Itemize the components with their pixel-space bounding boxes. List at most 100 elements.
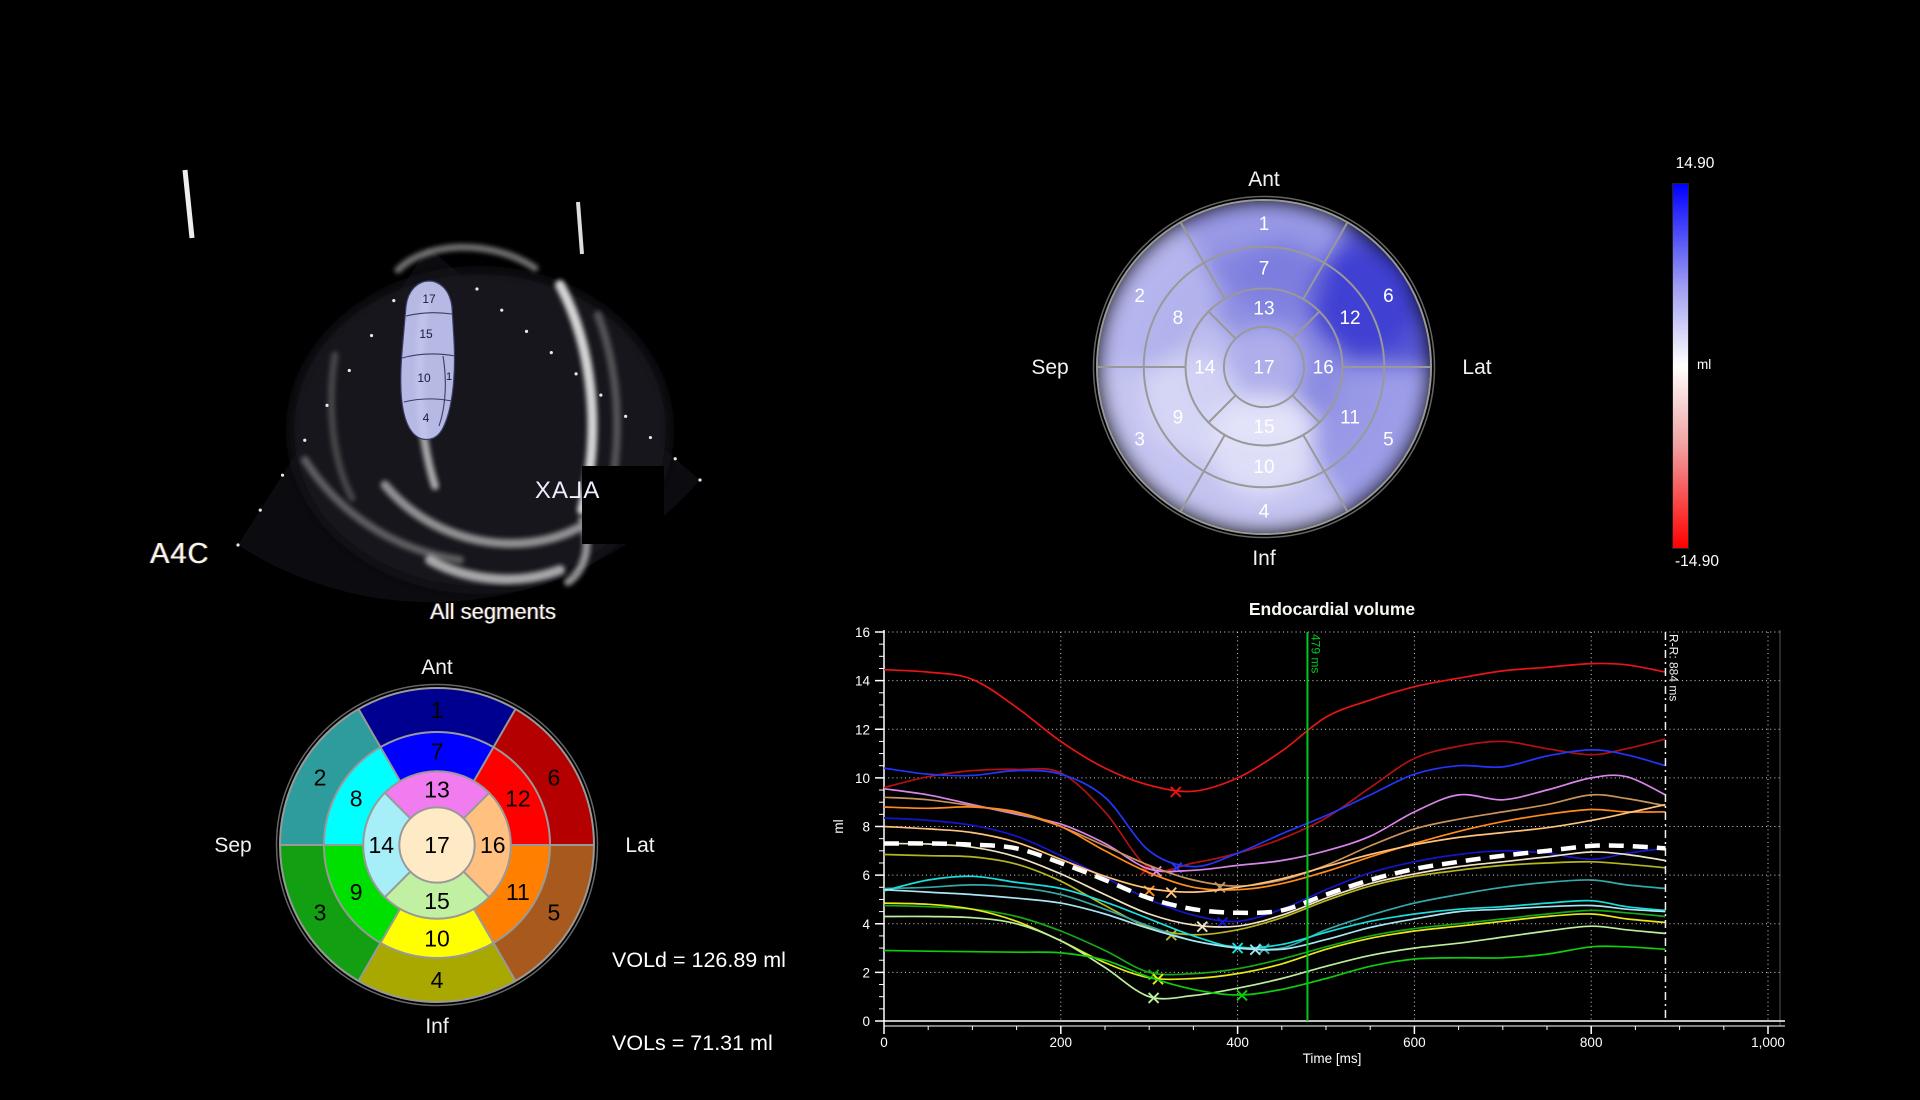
caliper-dot (236, 543, 239, 546)
segment-number-8: 8 (1173, 308, 1184, 329)
parametric-bullseye[interactable]: 1234567891011121314151617AntInfSepLat (1030, 160, 1500, 580)
endocardial-volume-chart[interactable]: 0 2 4 6 8 10 12 14 16 0 200 400 600 800 1,000 Time [ms]… (800, 586, 1810, 1090)
reverb-artifact (185, 170, 192, 238)
overlay-segment-number: 15 (419, 327, 433, 341)
caliper-dot (500, 309, 503, 312)
es-marker-segment-1 (1218, 918, 1228, 928)
caliper-dot (303, 439, 306, 442)
colorbar-min-label: -14.90 (1652, 553, 1742, 571)
y-tick-label: 8 (862, 820, 870, 835)
orientation-lat: Lat (1462, 356, 1491, 379)
segment-number-14: 14 (1194, 358, 1216, 379)
segment-bullseye[interactable]: 1234567891011121314151617AntInfSepLat (150, 630, 730, 1060)
caliper-dot (649, 436, 652, 439)
caliper-dot (259, 508, 262, 511)
segment-number-11: 11 (1340, 407, 1360, 428)
segment-number-1: 1 (431, 697, 444, 723)
segment-number-3: 3 (1134, 429, 1145, 450)
orientation-sep: Sep (1031, 356, 1068, 379)
segment-number-1: 1 (1259, 214, 1270, 235)
segment-number-11: 11 (506, 879, 530, 905)
colorbar (1672, 183, 1689, 549)
y-tick-label: 0 (862, 1014, 870, 1029)
segment-number-12: 12 (1339, 308, 1360, 329)
chart-title: Endocardial volume (1249, 599, 1416, 619)
y-tick-label: 6 (862, 868, 870, 883)
segment-number-17: 17 (1253, 358, 1274, 379)
caliper-dot (624, 415, 627, 418)
y-tick-label: 10 (855, 771, 870, 786)
segment-number-10: 10 (1253, 457, 1274, 478)
segment-overlay-glyph[interactable]: 17151041 (401, 281, 455, 439)
all-segments-title: All segments (403, 599, 583, 625)
caliper-dot (392, 299, 395, 302)
caliper-dot (550, 351, 553, 354)
y-tick-label: 2 (862, 965, 870, 980)
y-tick-label: 4 (862, 917, 870, 932)
segment-number-5: 5 (1383, 429, 1394, 450)
segment-number-6: 6 (548, 765, 561, 791)
segment-number-15: 15 (1253, 417, 1274, 438)
overlay-segment-number: 17 (422, 292, 436, 306)
caliper-dot (525, 330, 528, 333)
curve-segment-9[interactable] (884, 946, 1666, 995)
y-tick-label: 14 (855, 674, 871, 689)
segment-number-13: 13 (424, 776, 450, 802)
segment-number-13: 13 (1253, 298, 1274, 319)
view-label-alax-mirrored: ALAX (534, 477, 599, 505)
curve-segment-5[interactable] (884, 795, 1666, 886)
y-tick-label: 16 (855, 625, 870, 640)
orientation-lat: Lat (625, 834, 654, 857)
segment-number-4: 4 (431, 967, 444, 993)
reverb-artifact (578, 202, 582, 254)
x-tick-label: 800 (1580, 1035, 1603, 1050)
segment-number-2: 2 (1134, 286, 1145, 307)
x-tick-label: 1,000 (1751, 1035, 1785, 1050)
segment-number-6: 6 (1383, 286, 1394, 307)
caliper-dot (674, 457, 677, 460)
segment-number-9: 9 (350, 879, 363, 905)
x-tick-label: 600 (1403, 1035, 1426, 1050)
segment-number-14: 14 (368, 832, 394, 858)
x-axis-title: Time [ms] (1303, 1051, 1362, 1066)
segment-number-3: 3 (314, 900, 327, 926)
orientation-inf: Inf (1252, 547, 1276, 570)
segment-number-10: 10 (424, 925, 450, 951)
segment-number-17: 17 (424, 832, 450, 858)
caliper-dot (370, 334, 373, 337)
curve-segment-15[interactable] (884, 916, 1666, 998)
orientation-sep: Sep (214, 834, 251, 857)
caliper-dot (599, 393, 602, 396)
view-label-a4c: A4C (150, 538, 209, 571)
colorbar-unit-label: ml (1697, 357, 1711, 372)
segment-number-7: 7 (431, 739, 444, 765)
segment-number-8: 8 (350, 785, 363, 811)
overlay-segment-number: 4 (423, 411, 430, 425)
caliper-dot (475, 287, 478, 290)
curve-segment-16[interactable] (884, 805, 1666, 893)
y-tick-label: 12 (855, 722, 870, 737)
caliper-dot (574, 372, 577, 375)
segment-number-7: 7 (1259, 258, 1270, 279)
es-marker-segment-16 (1166, 888, 1176, 898)
colorbar-max-label: 14.90 (1655, 155, 1735, 173)
caliper-dot (281, 474, 284, 477)
segment-number-9: 9 (1173, 407, 1184, 428)
overlay-segment-number: 1 (446, 371, 452, 383)
caliper-dot (698, 478, 701, 481)
y-axis-title: ml (831, 819, 846, 833)
event-line-label: R-R: 884 ms (1666, 634, 1680, 701)
segment-number-16: 16 (1313, 358, 1334, 379)
x-tick-label: 400 (1226, 1035, 1249, 1050)
x-tick-label: 200 (1050, 1035, 1073, 1050)
orientation-inf: Inf (425, 1015, 449, 1038)
x-tick-label: 0 (880, 1035, 888, 1050)
curve-segment-4[interactable] (884, 855, 1666, 935)
es-marker-segment-12 (1171, 787, 1181, 797)
echo-analysis-screen: 17151041 A4C ALAX All segments VOLd = 12… (0, 0, 1920, 1100)
segment-number-5: 5 (548, 900, 561, 926)
segment-number-2: 2 (314, 765, 327, 791)
segment-number-15: 15 (424, 888, 450, 914)
ultrasound-panel[interactable]: 17151041 (130, 130, 770, 610)
segment-number-12: 12 (505, 785, 531, 811)
